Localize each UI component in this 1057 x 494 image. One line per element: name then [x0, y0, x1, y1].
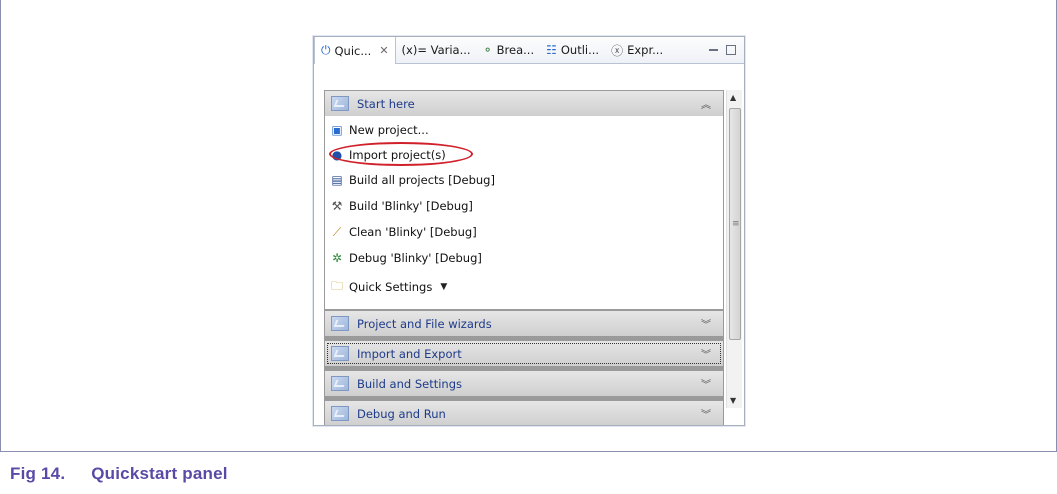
expand-chevron-icon[interactable]: ︾ [701, 316, 711, 331]
new-project-icon: ▣ [331, 123, 343, 137]
tab-label: Expr... [627, 43, 664, 57]
section-debug-run[interactable]: Debug and Run ︾ [325, 401, 723, 425]
dropdown-arrow-icon[interactable]: ▼ [440, 282, 447, 292]
section-start-here[interactable]: Start here ︽ [325, 91, 723, 116]
expand-chevron-icon[interactable]: ︾ [701, 406, 711, 421]
section-title: Debug and Run [357, 406, 446, 421]
section-title: Build and Settings [357, 376, 462, 391]
view-window-controls [709, 45, 744, 55]
tab-label: Quic... [334, 43, 372, 58]
build-all-item[interactable]: ▤ Build all projects [Debug] [329, 170, 495, 190]
section-title: Project and File wizards [357, 316, 492, 331]
tab-label: (x)= Varia... [401, 43, 471, 57]
section-project-wizards[interactable]: Project and File wizards ︾ [325, 311, 723, 336]
section-title: Import and Export [357, 346, 462, 361]
settings-folder-icon: 🗀 [330, 278, 343, 293]
clean-blinky-item[interactable]: ⟋ Clean 'Blinky' [Debug] [329, 222, 477, 242]
tab-variables[interactable]: (x)= Varia... [396, 37, 477, 63]
outline-icon: ☷ [546, 43, 557, 57]
scroll-down-icon[interactable]: ▼ [730, 396, 736, 405]
section-icon [331, 96, 349, 111]
quick-settings-item[interactable]: 🗀 Quick Settings ▼ [329, 277, 447, 297]
quickstart-content: Start here ︽ ▣ New project... ● Import p… [314, 64, 744, 425]
section-icon [331, 346, 349, 361]
figure-caption: Fig 14. Quickstart panel [10, 464, 228, 484]
expand-chevron-icon[interactable]: ︾ [701, 346, 711, 361]
debug-blinky-item[interactable]: ✲ Debug 'Blinky' [Debug] [329, 248, 482, 268]
collapse-chevron-icon[interactable]: ︽ [701, 96, 711, 111]
item-label: Build 'Blinky' [Debug] [349, 199, 473, 213]
tab-label: Brea... [496, 43, 535, 57]
highlight-circle [329, 142, 473, 166]
item-label: Clean 'Blinky' [Debug] [349, 225, 477, 239]
grip-icon: ≡ [732, 219, 740, 229]
item-label: New project... [349, 123, 429, 137]
tab-quickstart[interactable]: ⏻ Quic... ✕ [314, 37, 396, 64]
hammer-icon: ⚒ [331, 199, 343, 213]
bug-icon: ✲ [331, 251, 343, 265]
section-icon [331, 376, 349, 391]
item-label: Build all projects [Debug] [349, 173, 495, 187]
section-import-export[interactable]: Import and Export ︾ [325, 341, 723, 366]
expressions-icon: ⓧ [611, 43, 624, 58]
tab-breakpoints[interactable]: ⚬ Brea... [477, 37, 541, 63]
minimize-icon[interactable] [709, 49, 718, 51]
cropped-heading [19, 0, 349, 5]
scroll-up-icon[interactable]: ▲ [730, 93, 736, 102]
expand-chevron-icon[interactable]: ︾ [701, 376, 711, 391]
build-blinky-item[interactable]: ⚒ Build 'Blinky' [Debug] [329, 196, 473, 216]
breakpoints-icon: ⚬ [482, 43, 493, 57]
quickstart-panel-window: ⏻ Quic... ✕ (x)= Varia... ⚬ Brea... ☷ Ou… [313, 36, 745, 426]
broom-icon: ⟋ [332, 224, 342, 239]
figure-title: Quickstart panel [91, 464, 228, 483]
close-icon[interactable]: ✕ [379, 44, 388, 57]
build-all-icon: ▤ [331, 173, 343, 187]
scrollbar-thumb[interactable]: ≡ [729, 108, 741, 340]
view-tab-bar: ⏻ Quic... ✕ (x)= Varia... ⚬ Brea... ☷ Ou… [314, 37, 744, 64]
section-icon [331, 316, 349, 331]
vertical-scrollbar[interactable]: ▲ ≡ ▼ [726, 90, 742, 408]
start-here-items: ▣ New project... ● Import project(s) ▤ B… [325, 116, 723, 309]
tab-label: Outli... [560, 43, 600, 57]
section-icon [331, 406, 349, 421]
tab-expressions[interactable]: ⓧ Expr... [605, 37, 669, 63]
item-label: Debug 'Blinky' [Debug] [349, 251, 482, 265]
figure-number: Fig 14. [10, 464, 66, 483]
sections-container: Start here ︽ ▣ New project... ● Import p… [324, 90, 724, 425]
item-label: Quick Settings [349, 280, 433, 294]
maximize-icon[interactable] [726, 45, 736, 55]
section-build-settings[interactable]: Build and Settings ︾ [325, 371, 723, 396]
new-project-item[interactable]: ▣ New project... [329, 120, 429, 140]
section-title: Start here [357, 96, 415, 111]
power-icon: ⏻ [321, 43, 331, 57]
tab-outline[interactable]: ☷ Outli... [540, 37, 605, 63]
